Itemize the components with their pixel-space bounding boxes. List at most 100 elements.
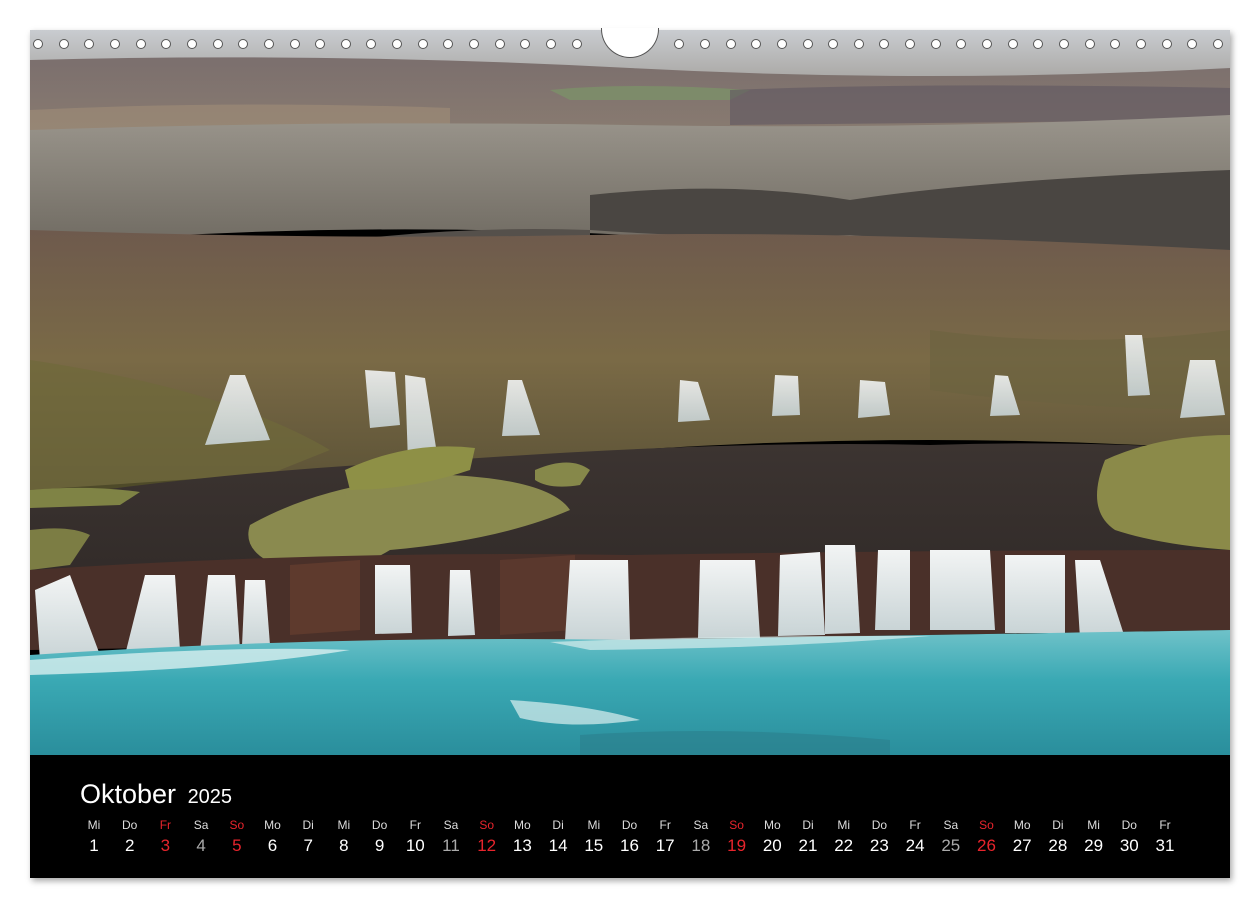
binding-hole xyxy=(109,39,120,49)
binding-hole xyxy=(212,39,223,49)
binding-hole xyxy=(1033,39,1044,49)
binding-hole xyxy=(186,39,197,49)
calendar-day: Do 30 xyxy=(1111,818,1147,856)
binding-hole xyxy=(1212,39,1223,49)
binding-hole xyxy=(1110,39,1121,49)
calendar-day: Di 14 xyxy=(540,818,576,856)
day-number: 10 xyxy=(405,836,425,855)
calendar-page: Oktober 2025 Mi 1 Do 2 Fr 3 Sa 4 So 5 Mo 6 Di 7 Mi 8 Do 9… xyxy=(30,28,1230,878)
weekday-label: Mi xyxy=(87,818,101,832)
binding-hole xyxy=(366,39,377,49)
day-number: 24 xyxy=(905,836,925,855)
binding-hole xyxy=(725,39,736,49)
day-number: 15 xyxy=(584,836,604,855)
binding-hole xyxy=(1084,39,1095,49)
binding-hole xyxy=(340,39,351,49)
day-number: 5 xyxy=(232,836,242,855)
binding-hole xyxy=(289,39,300,49)
binding-hole xyxy=(802,39,813,49)
calendar-strip: Oktober 2025 Mi 1 Do 2 Fr 3 Sa 4 So 5 Mo 6 Di 7 Mi 8 Do 9… xyxy=(30,755,1230,878)
day-number: 16 xyxy=(620,836,639,855)
calendar-day: Fr 17 xyxy=(647,818,683,856)
weekday-label: So xyxy=(229,818,245,832)
binding-hole xyxy=(443,39,454,49)
binding-hole xyxy=(494,39,505,49)
weekday-label: Mi xyxy=(837,818,851,832)
day-number: 25 xyxy=(941,836,961,855)
day-number: 2 xyxy=(124,836,135,855)
binding-hole xyxy=(930,39,941,49)
weekday-label: Fr xyxy=(409,818,421,832)
weekday-label: Fr xyxy=(659,818,671,832)
calendar-day: Sa 25 xyxy=(933,818,969,856)
day-row: Mi 1 Do 2 Fr 3 Sa 4 So 5 Mo 6 Di 7 Mi 8 Do 9 Fr 10 Sa 11 So 12 M… xyxy=(76,818,1196,868)
weekday-label: Di xyxy=(302,818,314,832)
calendar-day: Fr 31 xyxy=(1147,818,1183,856)
binding-hole xyxy=(1059,39,1069,49)
binding-hole xyxy=(84,39,95,49)
binding-hole xyxy=(315,39,326,49)
day-number: 23 xyxy=(869,836,889,855)
weekday-label: So xyxy=(979,818,994,832)
weekday-label: So xyxy=(479,818,495,832)
day-number: 27 xyxy=(1012,836,1032,855)
calendar-day: Mo 6 xyxy=(255,818,291,856)
binding-hole xyxy=(699,39,710,49)
weekday-label: Do xyxy=(122,818,138,832)
calendar-day: Di 7 xyxy=(290,818,326,856)
binding-hole xyxy=(982,39,993,49)
weekday-label: Fr xyxy=(159,818,172,832)
weekday-label: Do xyxy=(1121,818,1137,832)
month-name: Oktober xyxy=(80,779,177,809)
calendar-day: Mo 13 xyxy=(504,818,540,856)
binding-hole xyxy=(33,39,43,49)
binding-hole xyxy=(392,39,403,49)
day-number: 9 xyxy=(374,836,385,855)
day-number: 21 xyxy=(798,836,818,855)
binding-hole xyxy=(853,39,864,49)
calendar-day: Di 28 xyxy=(1040,818,1076,856)
calendar-day: Sa 11 xyxy=(433,818,469,856)
day-number: 28 xyxy=(1048,836,1068,855)
calendar-day: Sa 18 xyxy=(683,818,719,856)
weekday-label: Sa xyxy=(943,818,959,832)
day-number: 14 xyxy=(548,836,568,855)
binding-hole xyxy=(546,39,556,49)
weekday-label: Fr xyxy=(1159,818,1171,832)
month-title: Oktober 2025 xyxy=(80,779,232,810)
weekday-label: So xyxy=(729,818,744,832)
landscape-photo xyxy=(30,30,1230,755)
month-year: 2025 xyxy=(187,786,233,808)
binding-hole xyxy=(58,39,69,49)
calendar-day: Mi 8 xyxy=(326,818,362,856)
binding-hole xyxy=(161,39,172,49)
weekday-label: Mo xyxy=(514,818,531,832)
weekday-label: Mi xyxy=(337,818,351,832)
binding-hole xyxy=(879,39,890,49)
weekday-label: Mi xyxy=(587,818,601,832)
binding-hole xyxy=(571,39,582,49)
calendar-day: Di 21 xyxy=(790,818,826,856)
day-number: 29 xyxy=(1084,836,1104,855)
day-number: 17 xyxy=(655,836,675,855)
calendar-day: Mi 15 xyxy=(576,818,612,856)
day-number: 7 xyxy=(303,836,313,855)
weekday-label: Mi xyxy=(1087,818,1100,832)
binding-hole xyxy=(417,39,428,49)
binding-hole xyxy=(1135,39,1146,49)
binding-hole xyxy=(263,39,274,49)
day-number: 22 xyxy=(834,836,854,855)
day-number: 26 xyxy=(977,836,996,855)
weekday-label: Sa xyxy=(193,818,209,832)
binding-hole xyxy=(1187,39,1198,49)
weekday-label: Sa xyxy=(443,818,459,832)
binding-hole xyxy=(1007,39,1018,49)
calendar-day: Mo 27 xyxy=(1004,818,1040,856)
day-number: 19 xyxy=(727,836,747,855)
day-number: 12 xyxy=(477,836,497,855)
binding-hole xyxy=(751,39,762,49)
weekday-label: Di xyxy=(552,818,564,832)
day-number: 4 xyxy=(196,836,206,855)
weekday-label: Fr xyxy=(909,818,921,832)
calendar-day: Fr 24 xyxy=(897,818,933,856)
